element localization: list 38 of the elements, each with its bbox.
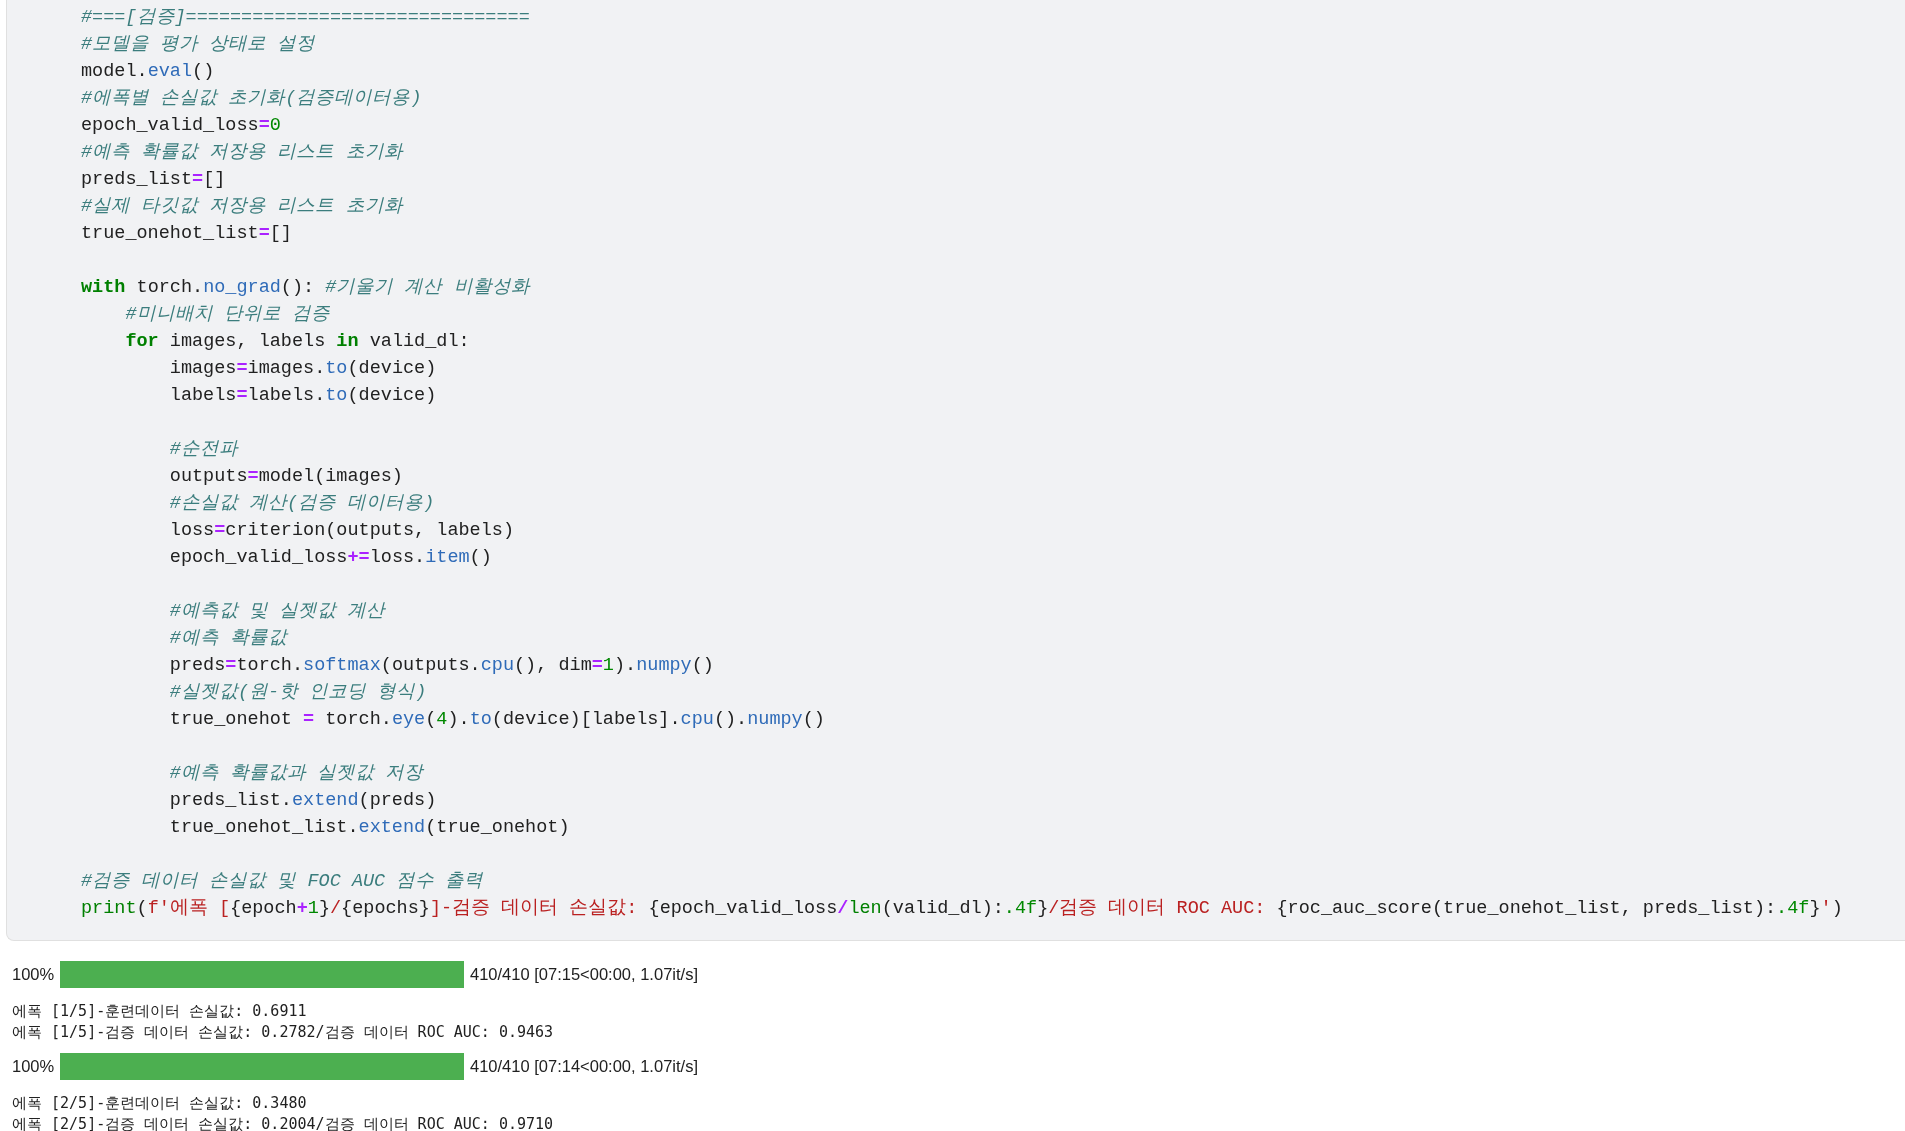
code-line: #예측 확률값 저장용 리스트 초기화 bbox=[81, 141, 403, 165]
progress-percent: 100% bbox=[12, 964, 56, 984]
output-line: 에폭 [1/5]-검증 데이터 손실값: 0.2782/검증 데이터 ROC AUC: 0.9463 bbox=[12, 1022, 554, 1043]
code-line: #손실값 계산(검증 데이터용) bbox=[168, 492, 435, 516]
code-line: #검증 데이터 손실값 및 FOC AUC 점수 출력 bbox=[81, 870, 484, 894]
code-line: #순전파 bbox=[168, 438, 238, 462]
code-line: print(f'에폭 [{epoch+1}/{epochs}]-검증 데이터 손실값: {epoch_valid_loss/len(valid_dl):.4f}/검증 데이터 ROC AUC: {roc_auc_score(true_onehot_list, preds_list):.4f}') bbox=[81, 897, 1843, 921]
progress-status: 410/410 [07:15<00:00, 1.07it/s] bbox=[470, 964, 698, 984]
code-line: #에폭별 손실값 초기화(검증데이터용) bbox=[81, 87, 422, 111]
progress-percent: 100% bbox=[12, 1056, 56, 1076]
code-line: true_onehot_list=[] bbox=[81, 222, 292, 246]
code-line: images=images.to(device) bbox=[168, 357, 437, 381]
code-line: #미니배치 단위로 검증 bbox=[124, 303, 330, 327]
code-line: preds=torch.softmax(outputs.cpu(), dim=1).numpy() bbox=[168, 654, 714, 678]
code-line: epoch_valid_loss=0 bbox=[81, 114, 281, 138]
code-line: model.eval() bbox=[81, 60, 215, 84]
code-line: true_onehot = torch.eye(4).to(device)[labels].cpu().numpy() bbox=[168, 708, 825, 732]
progress-status: 410/410 [07:14<00:00, 1.07it/s] bbox=[470, 1056, 698, 1076]
code-line: for images, labels in valid_dl: bbox=[124, 330, 470, 354]
code-line: #실젯값(원-핫 인코딩 형식) bbox=[168, 681, 427, 705]
code-line: epoch_valid_loss+=loss.item() bbox=[168, 546, 492, 570]
code-line: labels=labels.to(device) bbox=[168, 384, 437, 408]
output-line: 에폭 [2/5]-검증 데이터 손실값: 0.2004/검증 데이터 ROC AUC: 0.9710 bbox=[12, 1114, 554, 1131]
code-line: #===[검증]=============================== bbox=[81, 6, 530, 30]
code-line: #예측값 및 실젯값 계산 bbox=[168, 600, 386, 624]
code-line: outputs=model(images) bbox=[168, 465, 403, 489]
code-line: #예측 확률값 bbox=[168, 627, 288, 651]
code-cell[interactable] bbox=[6, 0, 1905, 941]
code-line: #실제 타깃값 저장용 리스트 초기화 bbox=[81, 195, 403, 219]
code-line: #예측 확률값과 실젯값 저장 bbox=[168, 762, 424, 786]
code-line: loss=criterion(outputs, labels) bbox=[168, 519, 514, 543]
output-line: 에폭 [1/5]-훈련데이터 손실값: 0.6911 bbox=[12, 1001, 307, 1022]
code-line: #모델을 평가 상태로 설정 bbox=[81, 33, 316, 57]
code-line: with torch.no_grad(): #기울기 계산 비활성화 bbox=[81, 276, 530, 300]
code-line: preds_list=[] bbox=[81, 168, 226, 192]
code-line: preds_list.extend(preds) bbox=[168, 789, 437, 813]
code-line: true_onehot_list.extend(true_onehot) bbox=[168, 816, 570, 840]
output-line: 에폭 [2/5]-훈련데이터 손실값: 0.3480 bbox=[12, 1093, 307, 1114]
